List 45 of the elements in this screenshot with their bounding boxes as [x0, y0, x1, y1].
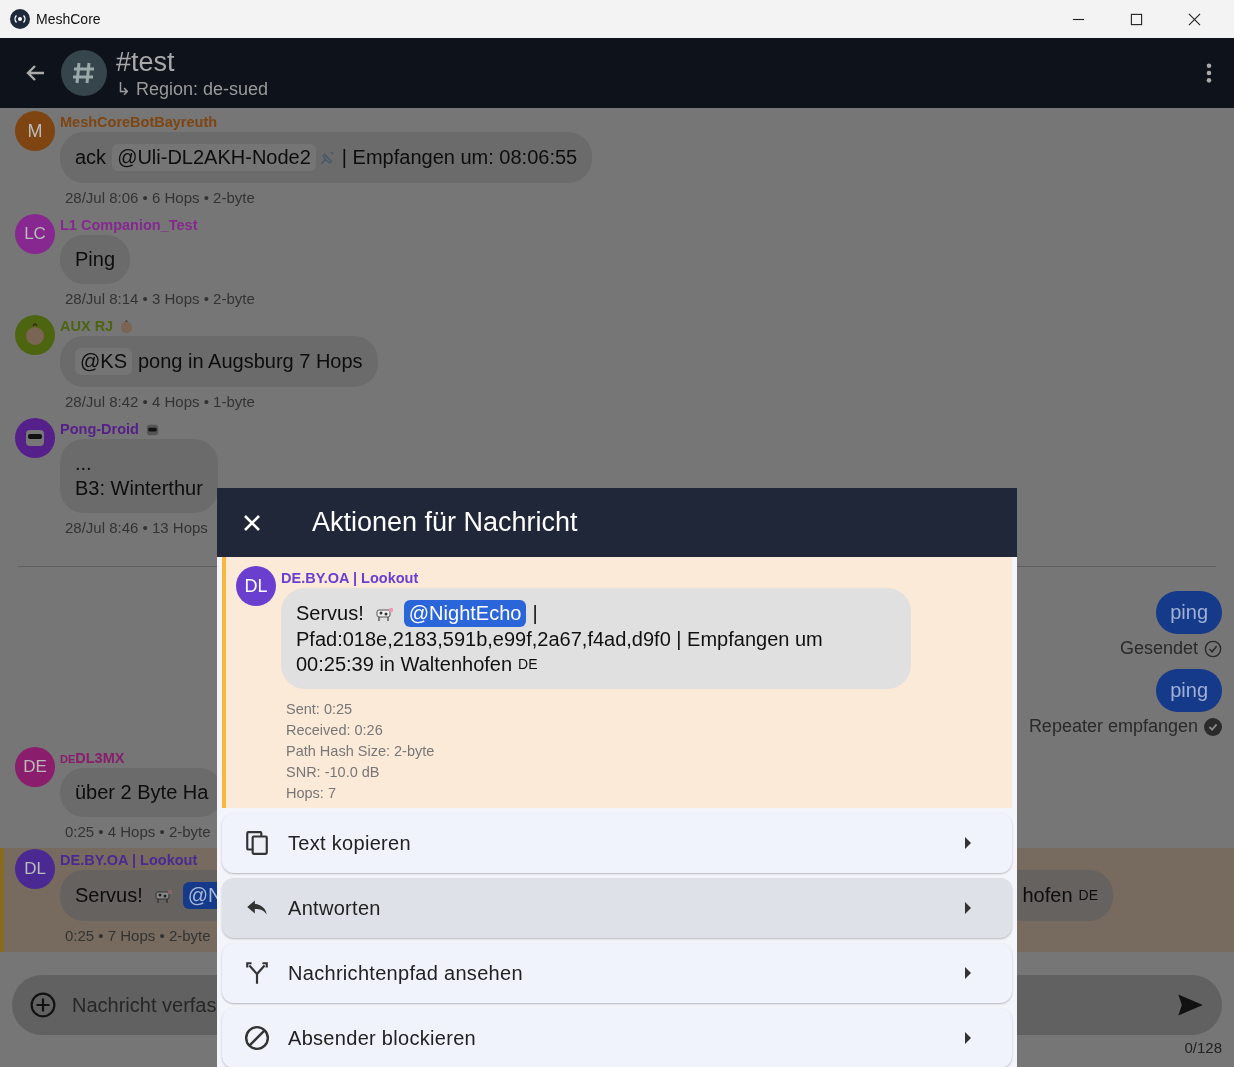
- detail-text: Path Hash Size: 2-byte: [286, 742, 435, 761]
- message-meta: 28/Jul 8:06 • 6 Hops • 2-byte: [65, 189, 255, 206]
- dialog-title: Aktionen für Nachricht: [312, 507, 578, 538]
- message-meta: 28/Jul 8:42 • 4 Hops • 1-byte: [65, 393, 255, 410]
- detail-text: Sent: 0:25: [286, 700, 354, 719]
- message-text: Servus!: [75, 883, 143, 908]
- sender-name: DE.BY.OA | Lookout: [281, 570, 419, 586]
- sender-name: MeshCoreBotBayreuth: [60, 114, 218, 130]
- sender-name: Pong-Droid: [60, 421, 139, 437]
- sender-name: L1 Companion_Test: [60, 217, 198, 233]
- sender-name: AUX RJ: [60, 318, 114, 334]
- message-text: ...: [75, 451, 92, 476]
- window-title: MeshCore: [36, 11, 101, 27]
- region-label: ↳ Region: de-sued: [116, 78, 269, 100]
- message-text: ack: [75, 145, 107, 170]
- detail-text: SNR: -10.0 dB: [286, 763, 381, 782]
- message-text: B3: Winterthur: [75, 476, 203, 501]
- message-text: über 2 Byte Ha: [75, 780, 209, 805]
- message-meta: 0:25 • 7 Hops • 2-byte: [65, 927, 211, 944]
- detail-text: Received: 0:26: [286, 721, 384, 740]
- delivery-status: Gesendet: [1119, 638, 1198, 659]
- channel-title: #test: [116, 46, 176, 78]
- message-text: 00:25:39 in Waltenhofen: [296, 652, 513, 677]
- flag-label: DE: [518, 655, 538, 674]
- sender-avatar: DL: [236, 566, 276, 606]
- message-text: pong in Augsburg 7 Hops: [138, 349, 363, 374]
- character-counter: 0/128: [1184, 1039, 1222, 1056]
- message-meta: 28/Jul 8:46 • 13 Hops: [65, 519, 208, 536]
- detail-text: Hops: 7: [286, 784, 337, 803]
- sender-avatar: DL: [15, 849, 55, 889]
- message-text: Ping: [75, 247, 116, 272]
- message-text: hofen: [1022, 883, 1073, 908]
- sender-name: DE.BY.OA | Lookout: [60, 852, 198, 868]
- sender-avatar: LC: [15, 214, 55, 254]
- message-text: |: [532, 601, 538, 626]
- sender-name: DEDL3MX: [60, 750, 125, 766]
- message-meta: 0:25 • 4 Hops • 2-byte: [65, 823, 211, 840]
- message-meta: 28/Jul 8:14 • 3 Hops • 2-byte: [65, 290, 255, 307]
- sender-avatar: DE: [15, 747, 55, 787]
- flag-label: DE: [1078, 886, 1098, 905]
- message-text: Pfad:018e,2183,591b,e99f,2a67,f4ad,d9f0 | Empfangen um: [296, 627, 823, 652]
- message-text: Servus!: [296, 601, 364, 626]
- delivery-status: Repeater empfangen: [1028, 716, 1198, 737]
- sender-avatar: M: [15, 111, 55, 151]
- message-text: | Empfangen um: 08:06:55: [341, 145, 578, 170]
